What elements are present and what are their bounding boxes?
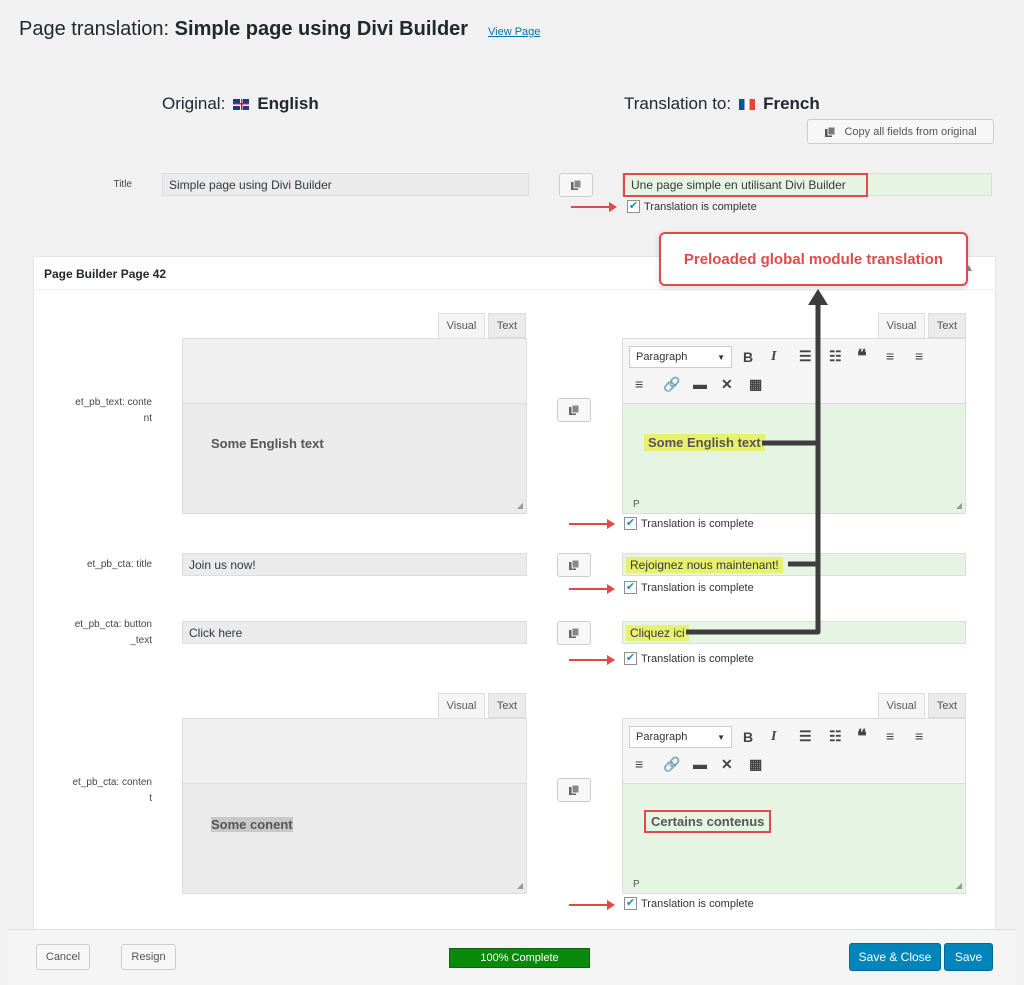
- annotation-connector: [686, 289, 828, 635]
- save-button[interactable]: Save: [944, 943, 993, 971]
- resign-button[interactable]: Resign: [121, 944, 176, 970]
- annotation-callout: Preloaded global module translation: [659, 232, 968, 286]
- save-close-button[interactable]: Save & Close: [849, 943, 941, 971]
- progress-bar: 100% Complete: [449, 948, 590, 968]
- cancel-button[interactable]: Cancel: [36, 944, 90, 970]
